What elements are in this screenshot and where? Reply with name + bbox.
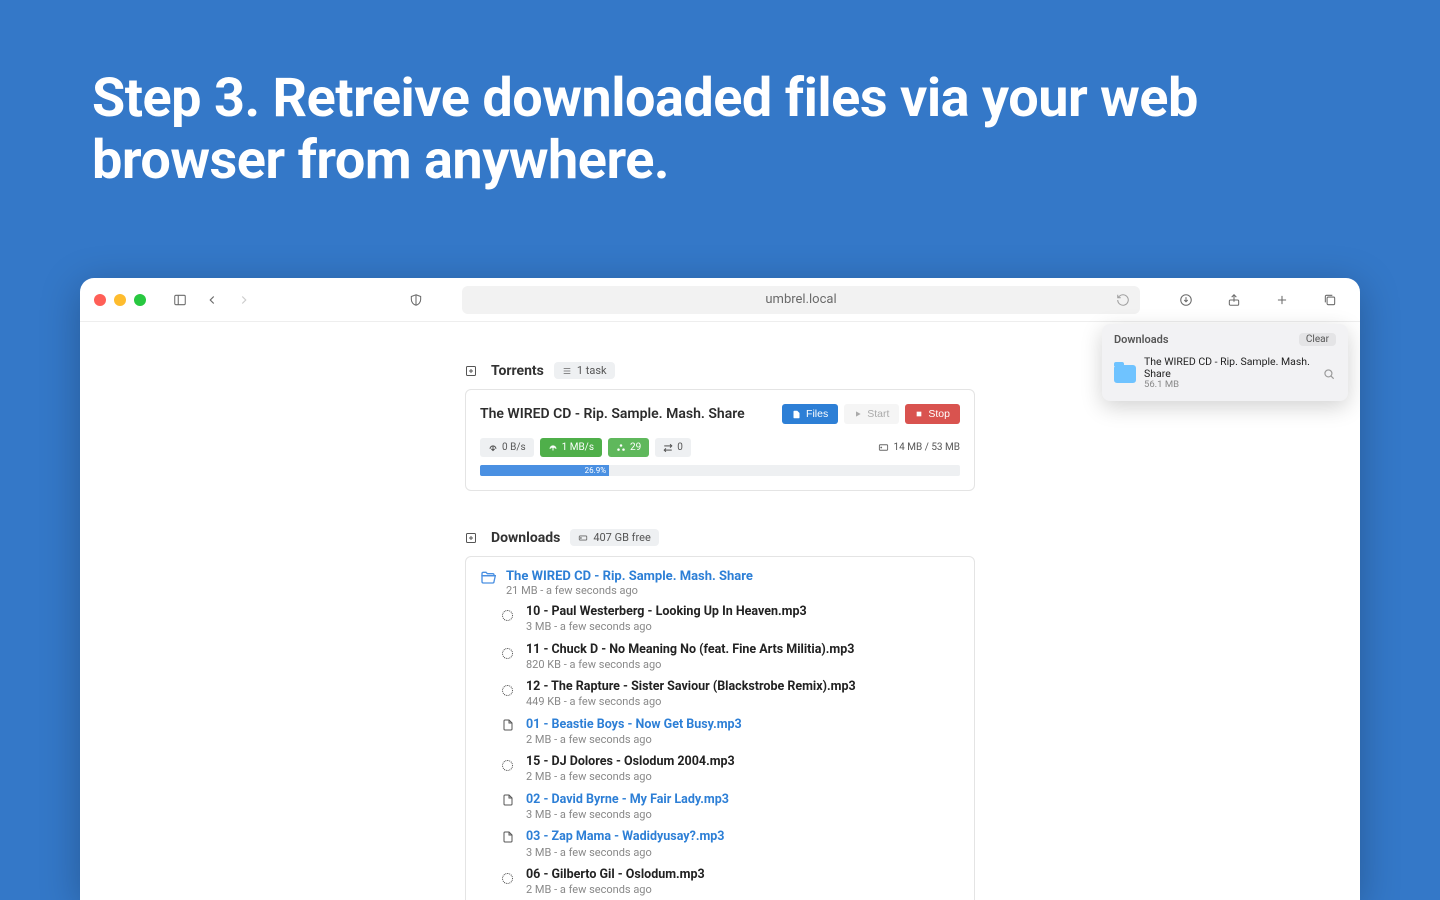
torrent-title: The WIRED CD - Rip. Sample. Mash. Share — [480, 406, 745, 422]
address-bar[interactable]: umbrel.local — [462, 286, 1140, 314]
file-row: 11 - Chuck D - No Meaning No (feat. Fine… — [502, 642, 960, 673]
loading-icon — [502, 756, 516, 775]
folder-name: The WIRED CD - Rip. Sample. Mash. Share — [506, 569, 753, 584]
file-row: 06 - Gilberto Gil - Oslodum.mp32 MB - a … — [502, 867, 960, 898]
window-controls — [94, 294, 146, 306]
download-speed-stat: 0 B/s — [480, 438, 534, 457]
downloads-heading: Downloads — [491, 530, 560, 546]
url-text: umbrel.local — [765, 292, 836, 307]
file-name: 10 - Paul Westerberg - Looking Up In Hea… — [526, 604, 807, 620]
file-row[interactable]: 02 - David Byrne - My Fair Lady.mp33 MB … — [502, 792, 960, 823]
file-meta: 2 MB - a few seconds ago — [526, 770, 735, 784]
file-row[interactable]: 03 - Zap Mama - Wadidyusay?.mp33 MB - a … — [502, 829, 960, 860]
progress-bar: 26.9% — [480, 465, 960, 476]
file-row[interactable]: 01 - Beastie Boys - Now Get Busy.mp32 MB… — [502, 717, 960, 748]
file-meta: 3 MB - a few seconds ago — [526, 846, 724, 860]
folder-meta: 21 MB - a few seconds ago — [506, 584, 753, 597]
back-button[interactable] — [200, 288, 224, 312]
file-meta: 820 KB - a few seconds ago — [526, 658, 854, 672]
size-stat: 14 MB / 53 MB — [878, 442, 960, 453]
file-name: 15 - DJ Dolores - Oslodum 2004.mp3 — [526, 754, 735, 770]
ratio-stat: 0 — [655, 438, 691, 457]
file-meta: 449 KB - a few seconds ago — [526, 695, 856, 709]
file-row: 15 - DJ Dolores - Oslodum 2004.mp32 MB -… — [502, 754, 960, 785]
file-meta: 2 MB - a few seconds ago — [526, 733, 742, 747]
new-tab-button[interactable] — [1270, 288, 1294, 312]
peers-stat: 29 — [608, 438, 649, 457]
shield-icon[interactable] — [404, 288, 428, 312]
folder-row[interactable]: The WIRED CD - Rip. Sample. Mash. Share … — [480, 569, 960, 597]
file-row: 12 - The Rapture - Sister Saviour (Black… — [502, 679, 960, 710]
file-row: 10 - Paul Westerberg - Looking Up In Hea… — [502, 604, 960, 635]
disk-free-badge: 407 GB free — [570, 529, 658, 546]
refresh-button[interactable] — [1116, 293, 1130, 307]
file-name: 11 - Chuck D - No Meaning No (feat. Fine… — [526, 642, 854, 658]
loading-icon — [502, 869, 516, 888]
file-meta: 3 MB - a few seconds ago — [526, 808, 729, 822]
file-meta: 2 MB - a few seconds ago — [526, 883, 705, 897]
downloads-button[interactable] — [1174, 288, 1198, 312]
start-button[interactable]: Start — [844, 404, 899, 424]
file-icon — [502, 831, 516, 843]
file-icon — [502, 719, 516, 731]
minimize-window-button[interactable] — [114, 294, 126, 306]
share-button[interactable] — [1222, 288, 1246, 312]
folder-open-icon — [480, 569, 496, 597]
expand-icon[interactable] — [465, 365, 477, 377]
loading-icon — [502, 644, 516, 663]
hero-heading: Step 3. Retreive downloaded files via yo… — [0, 0, 1440, 216]
tabs-overview-button[interactable] — [1318, 288, 1342, 312]
file-name: 06 - Gilberto Gil - Oslodum.mp3 — [526, 867, 705, 883]
files-button[interactable]: Files — [782, 404, 838, 424]
file-name[interactable]: 01 - Beastie Boys - Now Get Busy.mp3 — [526, 717, 742, 733]
task-count-badge: 1 task — [554, 362, 615, 379]
browser-window: umbrel.local Downloads Clear — [80, 278, 1360, 900]
file-name[interactable]: 02 - David Byrne - My Fair Lady.mp3 — [526, 792, 729, 808]
torrent-card: The WIRED CD - Rip. Sample. Mash. Share … — [465, 389, 975, 491]
file-name: 12 - The Rapture - Sister Saviour (Black… — [526, 679, 856, 695]
upload-speed-stat: 1 MB/s — [540, 438, 602, 457]
torrents-heading: Torrents — [491, 363, 544, 379]
loading-icon — [502, 606, 516, 625]
loading-icon — [502, 681, 516, 700]
file-meta: 3 MB - a few seconds ago — [526, 620, 807, 634]
progress-fill: 26.9% — [480, 465, 609, 476]
expand-icon[interactable] — [465, 532, 477, 544]
downloads-card: The WIRED CD - Rip. Sample. Mash. Share … — [465, 556, 975, 900]
maximize-window-button[interactable] — [134, 294, 146, 306]
forward-button[interactable] — [232, 288, 256, 312]
close-window-button[interactable] — [94, 294, 106, 306]
browser-toolbar: umbrel.local — [80, 278, 1360, 322]
stop-button[interactable]: Stop — [905, 404, 960, 424]
sidebar-toggle-button[interactable] — [168, 288, 192, 312]
file-name[interactable]: 03 - Zap Mama - Wadidyusay?.mp3 — [526, 829, 724, 845]
file-icon — [502, 794, 516, 806]
